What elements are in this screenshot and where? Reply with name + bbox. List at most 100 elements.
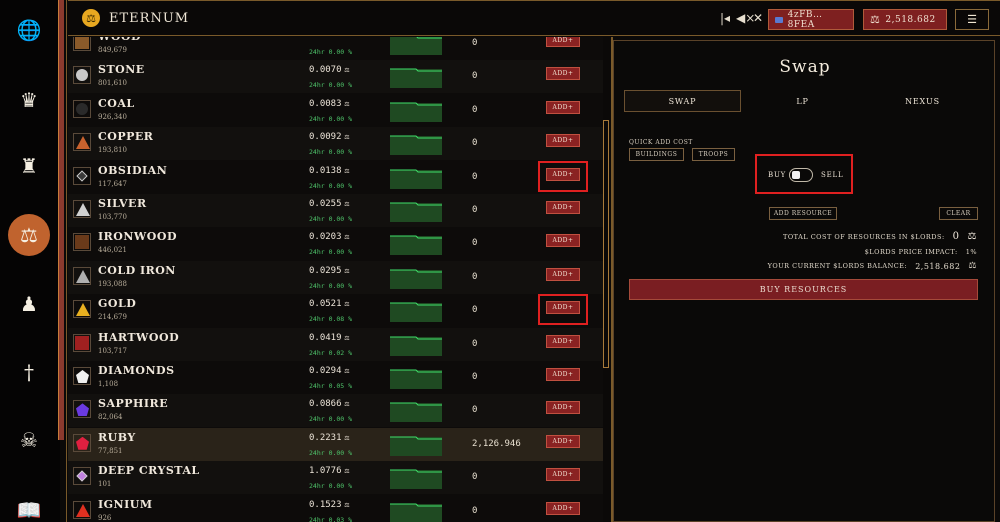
tab-lp[interactable]: LP [744,90,861,112]
resource-quantity: 0 [472,171,478,182]
lords-icon: ⚖ [968,261,977,271]
scrollbar[interactable] [603,120,609,368]
resource-amount: 926,340 [98,112,127,121]
resource-amount: 214,679 [98,313,127,322]
resource-price-value: 0.0294 [309,366,342,376]
sidebar-item-scales[interactable]: ⚖ [0,214,58,256]
resource-quantity: 0 [472,104,478,115]
add-resource-row-button[interactable]: ADD+ [546,368,580,381]
resource-row: DIAMONDS 1,108 0.0294 ⚖ 24hr 0.05 % 0 ADD+ [68,361,603,394]
balance-value: 2,518.682 [915,261,961,271]
resource-24h-change: 24hr 0.00 % [309,215,353,223]
account-avatar-icon [775,16,783,23]
resource-row: COAL 926,340 0.0083 ⚖ 24hr 0.00 % 0 ADD+ [68,94,603,127]
resource-quantity: 0 [472,505,478,516]
sparkline-area [390,436,442,456]
sidebar-item-book[interactable]: 📖 [0,490,58,522]
resource-price-value: 0.0203 [309,232,342,243]
troops-button[interactable]: TROOPS [692,148,735,161]
add-resource-row-button[interactable]: ADD+ [546,67,580,81]
price-sparkline [390,102,442,122]
buy-resources-button[interactable]: BUY RESOURCES [629,279,978,300]
clear-button[interactable]: CLEAR [939,207,978,220]
buildings-button[interactable]: BUILDINGS [629,148,684,161]
resource-quantity: 0 [472,238,478,249]
resource-name: RUBY [98,430,136,444]
lords-icon: ⚖ [344,432,350,442]
lords-balance-button[interactable]: ⚖ 2,518.682 [863,9,947,30]
tab-swap[interactable]: SWAP [624,90,741,112]
add-resource-row-button[interactable]: ADD+ [546,401,580,415]
price-sparkline [390,135,442,156]
top-bar: ⚖ ETERNUM |◂ ◀× ✕ 4zFB…8FEA ⚖ 2,518.682 … [68,0,1000,36]
skip-back-icon[interactable]: |◂ [720,11,730,25]
lords-icon: ⚖ [870,13,881,26]
add-resource-row-button[interactable]: ADD+ [546,434,580,448]
lords-icon: ⚖ [344,499,350,509]
resource-price: 0.2231 ⚖ [309,433,349,443]
toggle-knob [792,171,800,179]
close-icon[interactable]: ✕ [753,11,763,25]
resource-quantity: 0 [472,305,478,316]
tab-nexus[interactable]: NEXUS [864,90,981,112]
resource-icon [73,400,91,419]
add-resource-button[interactable]: ADD RESOURCE [769,207,837,220]
resource-icon [73,433,91,452]
total-cost-line: TOTAL COST OF RESOURCES IN $LORDS: 0 ⚖ [783,231,977,242]
lords-icon: ⚖ [344,466,350,476]
lords-icon: ⚖ [344,132,350,142]
add-resource-row-button[interactable]: ADD+ [546,201,580,214]
sidebar-item-skull[interactable]: ☠ [0,420,58,460]
resource-quantity: 0 [472,338,478,349]
buy-sell-toggle[interactable] [789,168,813,182]
lords-icon: ⚖ [344,265,350,275]
resource-quantity: 0 [472,271,478,282]
add-resource-row-button[interactable]: ADD+ [546,267,580,281]
sidebar-item-army[interactable]: ♟ [0,284,58,324]
sidebar-item-sword[interactable]: † [0,352,58,392]
resource-price-value: 0.0295 [309,265,342,276]
resource-24h-change: 24hr 0.05 % [309,382,353,390]
add-resource-row-button[interactable]: ADD+ [546,501,580,515]
settings-menu-button[interactable]: ☰ [955,9,989,30]
account-button[interactable]: 4zFB…8FEA [768,9,854,30]
resource-price-value: 0.0255 [309,199,342,209]
add-resource-row-button[interactable]: ADD+ [546,100,580,114]
resource-icon [73,500,91,519]
resource-list[interactable]: WOOD 849,679 24hr 0.00 % 0 ADD+ STONE 801,610 0… [68,37,603,522]
resource-price: 0.0521 ⚖ [309,299,349,309]
add-resource-row-button[interactable]: ADD+ [546,468,580,482]
resource-name: DEEP CRYSTAL [98,464,200,478]
resource-name: COPPER [98,130,154,144]
balance-line: YOUR CURRENT $LORDS BALANCE: 2,518.682 ⚖ [768,261,977,271]
resource-price: 0.0092 ⚖ [309,132,349,142]
resource-price-value: 0.0138 [309,165,342,176]
lords-icon: ⚖ [344,165,350,175]
sidebar-item-globe[interactable]: 🌐 [0,10,58,50]
resource-icon [73,37,91,51]
lords-icon: ⚖ [344,399,350,409]
resource-amount: 193,810 [98,146,127,155]
add-resource-row-button[interactable]: ADD+ [546,37,580,47]
resource-amount: 926 [98,513,112,522]
resource-24h-change: 24hr 0.02 % [309,348,353,357]
sidebar-item-castle[interactable]: ♜ [0,146,58,186]
price-sparkline [390,336,442,356]
lords-icon: ⚖ [344,98,350,108]
resource-amount: 77,851 [98,446,123,455]
lords-icon: ⚖ [967,231,977,242]
skull-icon: ☠ [20,428,38,452]
resource-price-value: 0.0092 [309,132,342,143]
resource-icon [73,300,91,319]
sparkline-area [390,403,442,423]
resource-name: SAPPHIRE [98,397,169,411]
resource-quantity: 0 [472,205,478,215]
army-icon: ♟ [20,292,38,316]
resource-amount: 849,679 [98,46,127,54]
add-resource-row-button[interactable]: ADD+ [546,334,580,348]
add-resource-row-button[interactable]: ADD+ [546,134,580,148]
add-resource-row-button[interactable]: ADD+ [546,234,580,248]
resource-name: GOLD [98,297,137,311]
sidebar-item-crown[interactable]: ♛ [0,80,58,120]
resource-row: DEEP CRYSTAL 101 1.0776 ⚖ 24hr 0.00 % 0 ADD+ [68,461,603,495]
